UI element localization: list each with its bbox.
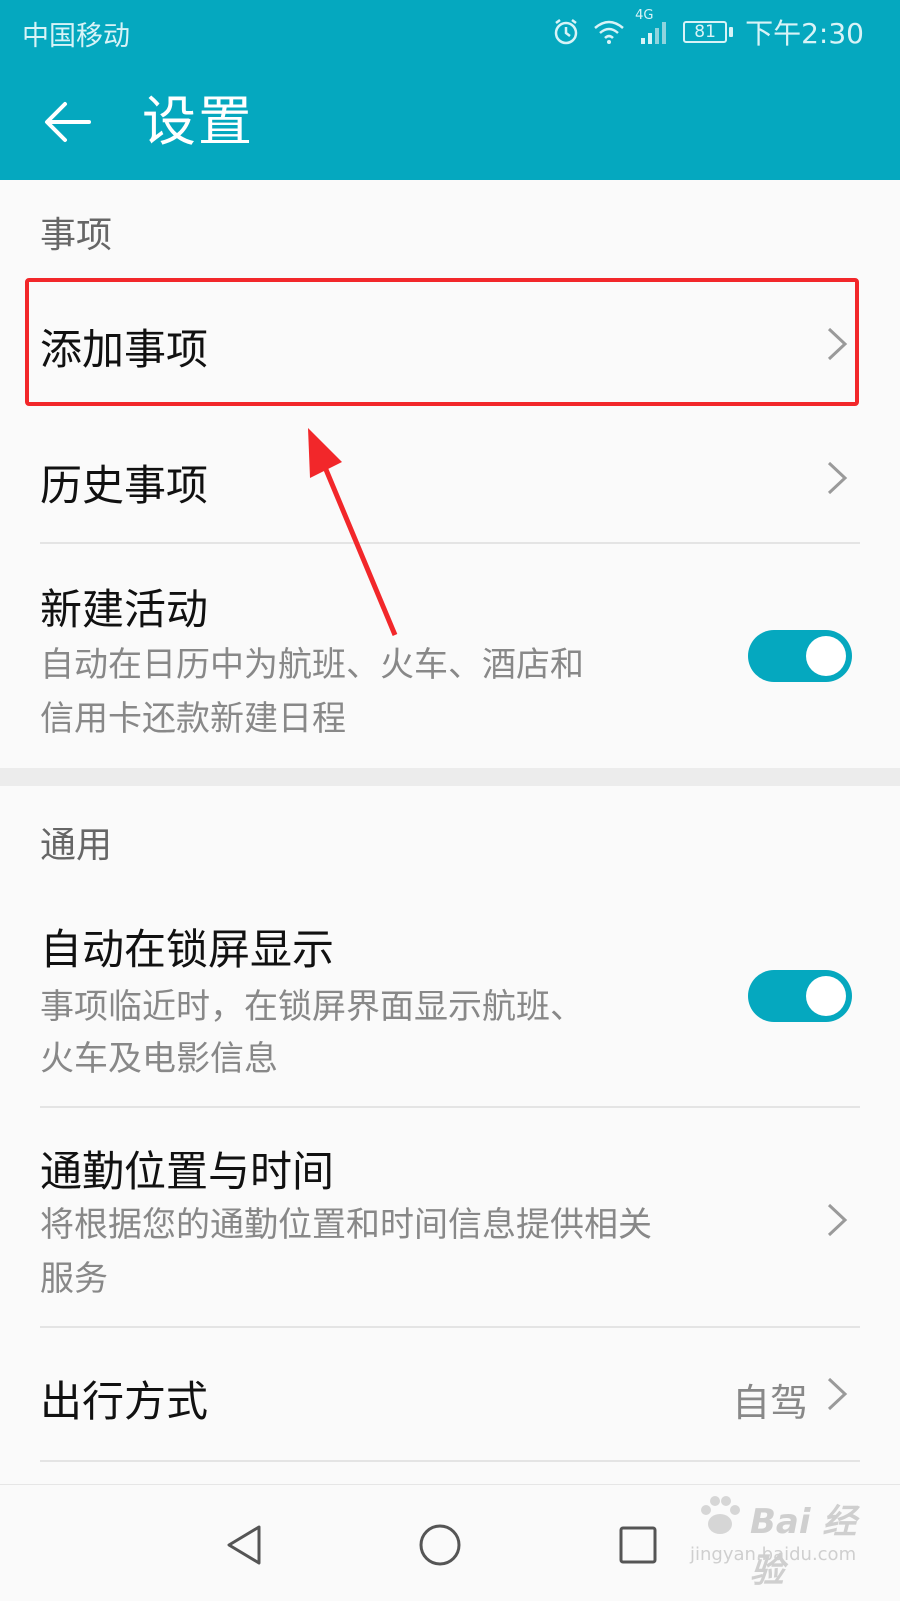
- section-separator: [0, 768, 900, 786]
- list-item-new-event: 新建活动 自动在日历中为航班、火车、酒店和 信用卡还款新建日程: [0, 544, 900, 766]
- paw-icon: [701, 1496, 740, 1534]
- recents-square-icon: [619, 1526, 657, 1564]
- chevron-right-icon: [827, 461, 848, 495]
- list-item-subtitle-2: 火车及电影信息: [40, 1039, 278, 1079]
- divider: [40, 1460, 860, 1462]
- clock-label: 下午2:30: [745, 17, 864, 50]
- section-header-items: 事项: [40, 215, 113, 256]
- travel-mode-value: 自驾: [731, 1381, 808, 1425]
- baidu-watermark: Bai 经验 jingyan.baidu.com: [690, 1488, 860, 1591]
- watermark-text: Bai 经验: [750, 1502, 857, 1591]
- annotation-arrow-icon: [308, 428, 398, 636]
- back-triangle-icon: [227, 1525, 261, 1565]
- battery-icon: 81: [683, 21, 734, 43]
- page-title: 设置: [142, 90, 254, 153]
- nav-recents-button[interactable]: [598, 1505, 678, 1585]
- list-item-subtitle: 事项临近时，在锁屏界面显示航班、: [40, 987, 584, 1027]
- status-bar: 中国移动 4G 81 下午2:30: [0, 0, 900, 62]
- list-item-travel-mode[interactable]: 出行方式 自驾: [0, 1328, 900, 1458]
- list-item-commute[interactable]: 通勤位置与时间 将根据您的通勤位置和时间信息提供相关 服务: [0, 1108, 900, 1326]
- list-item-title: 历史事项: [40, 461, 209, 510]
- back-arrow-icon: [45, 102, 91, 142]
- lockscreen-toggle[interactable]: [748, 970, 852, 1022]
- toggle-knob: [806, 976, 846, 1016]
- home-circle-icon: [419, 1524, 461, 1566]
- new-event-toggle[interactable]: [748, 630, 852, 682]
- wifi-icon: [593, 19, 625, 45]
- list-item-title: 自动在锁屏显示: [40, 925, 335, 974]
- list-item-title: 新建活动: [40, 585, 209, 634]
- watermark-sub: jingyan.baidu.com: [690, 1544, 857, 1565]
- alarm-icon: [551, 17, 581, 47]
- carrier-label: 中国移动: [22, 21, 130, 52]
- nav-back-button[interactable]: [205, 1505, 285, 1585]
- back-button[interactable]: [30, 84, 106, 160]
- list-item-title: 通勤位置与时间: [40, 1147, 335, 1196]
- chevron-right-icon: [827, 1203, 848, 1237]
- nav-home-button[interactable]: [400, 1505, 480, 1585]
- list-item-subtitle-2: 信用卡还款新建日程: [40, 699, 346, 739]
- status-icons: 4G 81 下午2:30: [551, 8, 864, 52]
- highlight-box: [25, 278, 859, 406]
- list-item-lockscreen: 自动在锁屏显示 事项临近时，在锁屏界面显示航班、 火车及电影信息: [0, 890, 900, 1106]
- list-item-title: 出行方式: [40, 1377, 209, 1426]
- list-item-history[interactable]: 历史事项: [0, 414, 900, 540]
- signal-icon: 4G: [635, 8, 671, 46]
- app-bar: 设置: [0, 62, 900, 180]
- list-item-subtitle-2: 服务: [40, 1259, 108, 1299]
- chevron-right-icon: [827, 1377, 848, 1411]
- battery-level: 81: [694, 22, 716, 42]
- toggle-knob: [806, 636, 846, 676]
- section-header-general: 通用: [40, 825, 113, 866]
- list-item-subtitle: 将根据您的通勤位置和时间信息提供相关: [40, 1205, 652, 1245]
- network-type-label: 4G: [635, 8, 654, 23]
- list-item-subtitle: 自动在日历中为航班、火车、酒店和: [40, 645, 584, 685]
